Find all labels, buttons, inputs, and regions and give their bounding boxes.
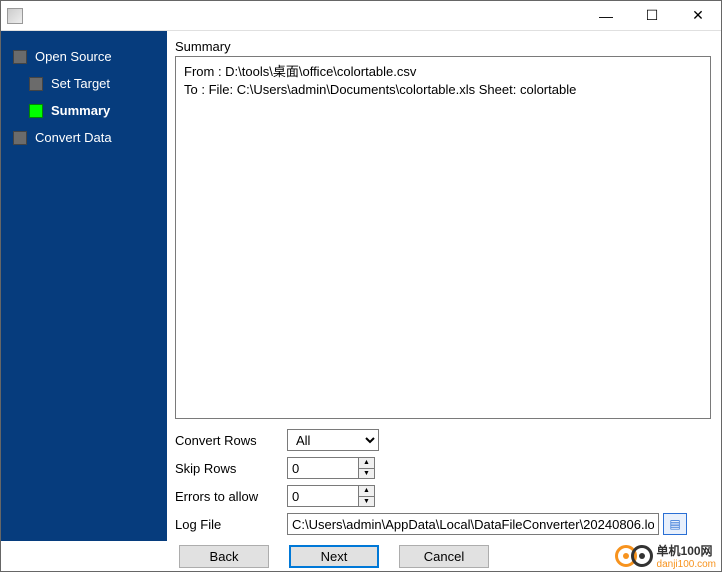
convert-rows-label: Convert Rows: [175, 433, 287, 448]
back-button[interactable]: Back: [179, 545, 269, 568]
sidebar-item-open-source[interactable]: Open Source: [1, 43, 167, 70]
step-label: Summary: [51, 103, 110, 118]
chevron-up-icon[interactable]: ▲: [359, 458, 374, 469]
errors-allow-input[interactable]: [287, 485, 359, 507]
chevron-down-icon[interactable]: ▼: [359, 469, 374, 479]
step-icon: [13, 131, 27, 145]
browse-log-button[interactable]: ▤: [663, 513, 687, 535]
sidebar-item-set-target[interactable]: Set Target: [1, 70, 167, 97]
main-panel: Summary From : D:\tools\桌面\office\colort…: [167, 31, 721, 541]
wizard-footer: Back Next Cancel: [1, 541, 721, 571]
log-file-input[interactable]: [287, 513, 659, 535]
step-icon: [13, 50, 27, 64]
summary-textarea[interactable]: From : D:\tools\桌面\office\colortable.csv…: [175, 56, 711, 419]
document-icon: ▤: [669, 517, 680, 531]
skip-rows-label: Skip Rows: [175, 461, 287, 476]
log-file-label: Log File: [175, 517, 287, 532]
options-panel: Convert Rows All Skip Rows ▲▼ Errors to …: [175, 429, 711, 541]
step-icon: [29, 104, 43, 118]
sidebar-item-summary[interactable]: Summary: [1, 97, 167, 124]
convert-rows-select[interactable]: All: [287, 429, 379, 451]
errors-allow-spinner[interactable]: ▲▼: [359, 485, 375, 507]
chevron-down-icon[interactable]: ▼: [359, 497, 374, 507]
wizard-sidebar: Open Source Set Target Summary Convert D…: [1, 31, 167, 541]
skip-rows-input[interactable]: [287, 457, 359, 479]
app-icon: [7, 8, 23, 24]
cancel-button[interactable]: Cancel: [399, 545, 489, 568]
step-icon: [29, 77, 43, 91]
maximize-button[interactable]: ☐: [629, 1, 675, 31]
step-label: Convert Data: [35, 130, 112, 145]
next-button[interactable]: Next: [289, 545, 379, 568]
summary-line: From : D:\tools\桌面\office\colortable.csv: [184, 63, 702, 81]
skip-rows-spinner[interactable]: ▲▼: [359, 457, 375, 479]
sidebar-item-convert-data[interactable]: Convert Data: [1, 124, 167, 151]
step-label: Open Source: [35, 49, 112, 64]
summary-line: To : File: C:\Users\admin\Documents\colo…: [184, 81, 702, 99]
close-button[interactable]: ✕: [675, 1, 721, 31]
minimize-button[interactable]: —: [583, 1, 629, 31]
errors-allow-label: Errors to allow: [175, 489, 287, 504]
chevron-up-icon[interactable]: ▲: [359, 486, 374, 497]
titlebar: — ☐ ✕: [1, 1, 721, 31]
summary-section-label: Summary: [175, 39, 711, 54]
step-label: Set Target: [51, 76, 110, 91]
